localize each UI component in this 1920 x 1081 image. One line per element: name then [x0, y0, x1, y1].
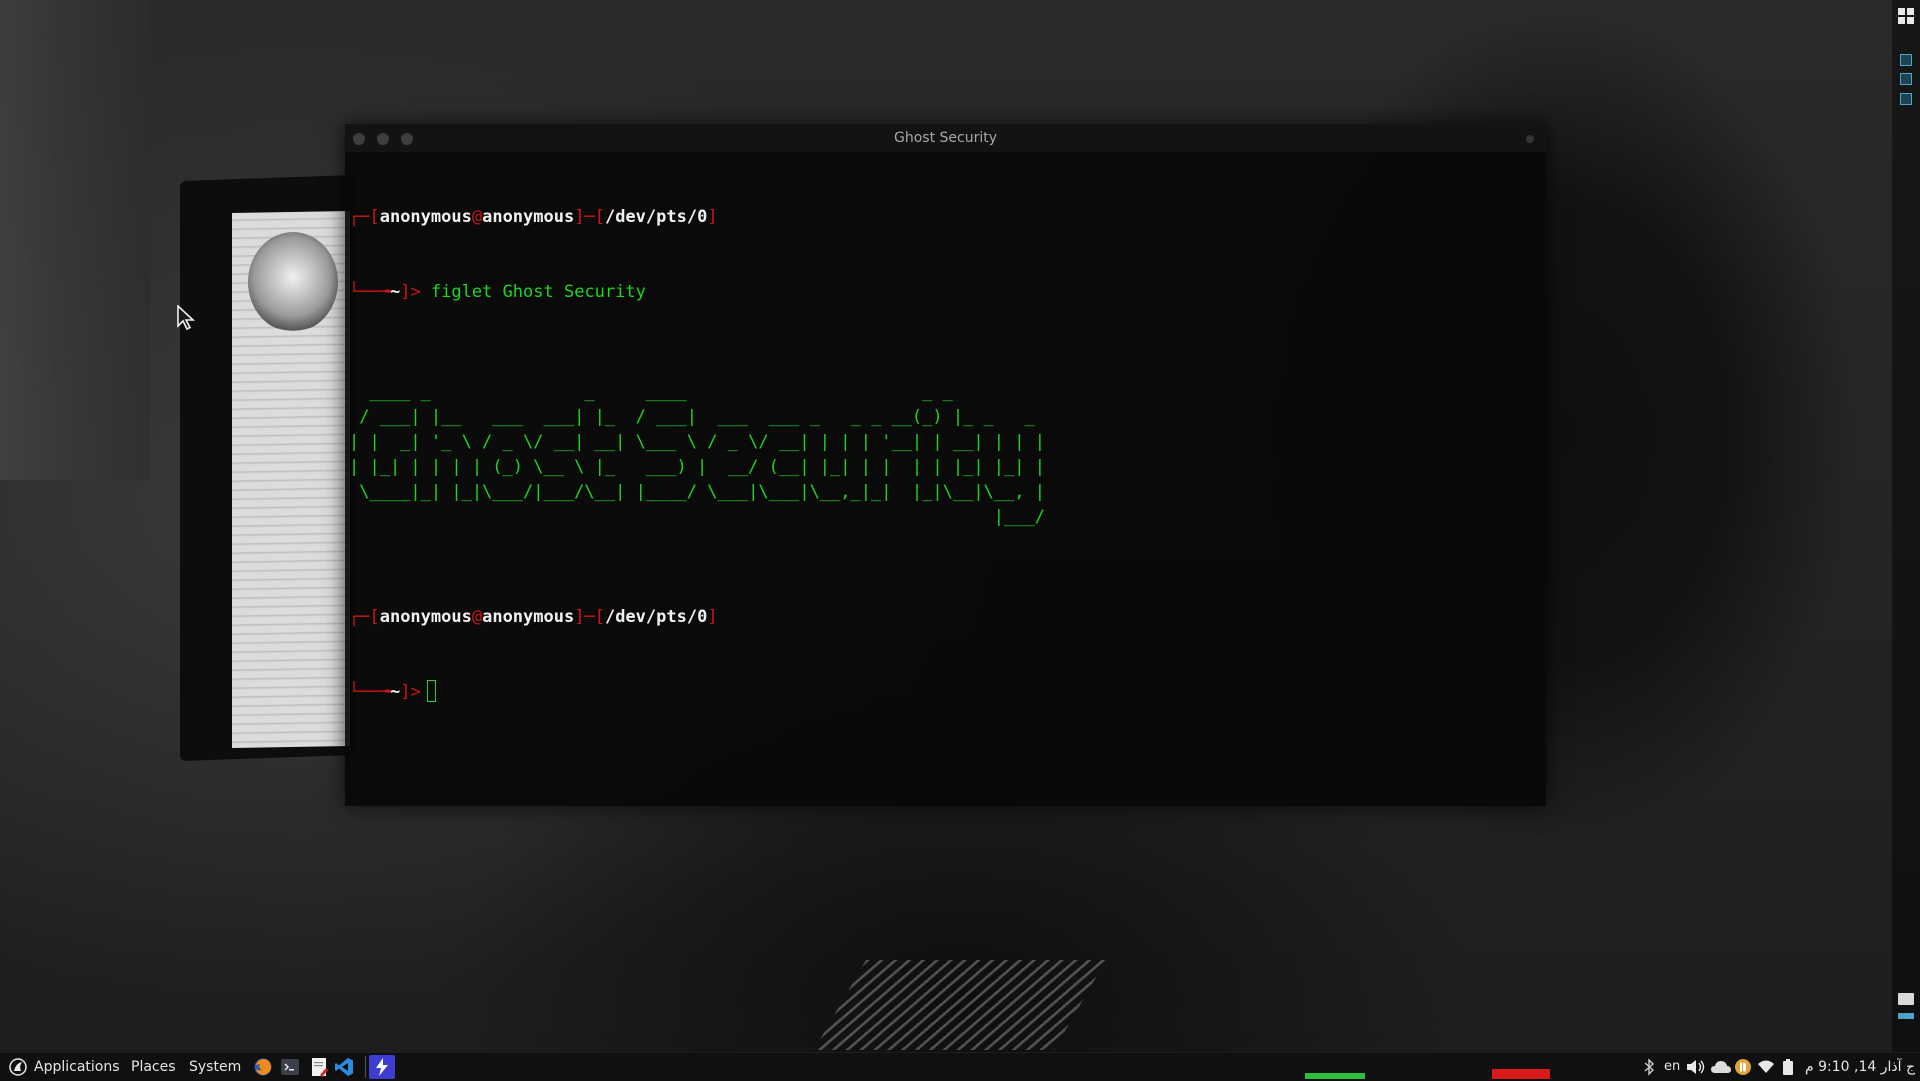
- desktop-wallpaper: Ghost Security ┌─[anonymous@anonymous]─[…: [0, 0, 1920, 1052]
- burp-suite-launcher[interactable]: [369, 1055, 395, 1079]
- battery-icon[interactable]: [1782, 1058, 1794, 1076]
- dock-device-icon[interactable]: [1898, 993, 1914, 1005]
- command-line-2: └──╼~]>: [349, 680, 1542, 705]
- burp-suite-icon: [376, 1058, 388, 1076]
- places-menu[interactable]: Places: [131, 1053, 176, 1081]
- applications-menu[interactable]: Applications: [34, 1053, 120, 1081]
- prompt-at: @: [471, 607, 483, 627]
- terminal-cursor[interactable]: [426, 680, 436, 702]
- taskbar-separator: [365, 1056, 366, 1078]
- prompt-tty: /dev/pts/0: [604, 607, 708, 627]
- terminal-output[interactable]: ┌─[anonymous@anonymous]─[/dev/pts/0] └──…: [349, 155, 1542, 802]
- workspace-grid-icon[interactable]: [1898, 8, 1914, 24]
- pushbullet-icon[interactable]: [1734, 1058, 1752, 1076]
- terminal-titlebar[interactable]: Ghost Security: [345, 124, 1546, 152]
- terminal-window[interactable]: Ghost Security ┌─[anonymous@anonymous]─[…: [345, 124, 1546, 806]
- bluetooth-icon[interactable]: [1643, 1058, 1655, 1076]
- prompt-user: anonymous: [379, 607, 472, 627]
- figlet-ascii-art: ____ _ _ ____ _ _ / ___| |__ ___ ___| |_…: [349, 380, 1542, 530]
- wallpaper-mask-figure: [248, 232, 338, 332]
- prompt-dir: ~: [389, 682, 401, 702]
- ascii-art-line: |___/: [349, 507, 1045, 527]
- window-indicator-red[interactable]: [1492, 1069, 1550, 1079]
- prompt-tty: /dev/pts/0: [604, 207, 708, 227]
- wallpaper-window-frame: [0, 0, 150, 480]
- volume-icon[interactable]: [1685, 1058, 1707, 1076]
- prompt-host: anonymous: [482, 607, 575, 627]
- ascii-art-line: \____|_| |_|\___/|___/\__| |____/ \___|\…: [349, 482, 1045, 502]
- firefox-icon[interactable]: [253, 1057, 273, 1077]
- prompt-user: anonymous: [379, 207, 472, 227]
- keyboard-layout-indicator[interactable]: en: [1664, 1053, 1680, 1081]
- terminal-title: Ghost Security: [893, 130, 997, 146]
- vscode-icon[interactable]: [334, 1057, 354, 1077]
- wallpaper-keyboard: [814, 960, 1106, 1050]
- ascii-art-line: / ___| |__ ___ ___| |_ / ___| ___ ___ _ …: [349, 407, 1035, 427]
- cloud-icon[interactable]: [1710, 1058, 1732, 1076]
- text-editor-icon[interactable]: [309, 1057, 329, 1077]
- prompt-line-1: ┌─[anonymous@anonymous]─[/dev/pts/0]: [349, 207, 718, 227]
- dock-trash-icon[interactable]: [1898, 1013, 1914, 1019]
- right-dock-panel: [1892, 0, 1920, 1052]
- clock[interactable]: ج آذار 14, 9:10 م: [1805, 1053, 1915, 1081]
- prompt-dir: ~: [389, 282, 401, 302]
- wifi-icon[interactable]: [1757, 1058, 1775, 1076]
- prompt-host: anonymous: [482, 207, 575, 227]
- mouse-pointer-icon: [177, 305, 196, 331]
- terminal-icon[interactable]: [280, 1057, 300, 1077]
- workspace-1-icon[interactable]: [1900, 54, 1912, 66]
- kali-dragon-icon[interactable]: [8, 1057, 28, 1077]
- ascii-art-line: | |_| | | | | (_) \__ \ |_ ___) | __/ (_…: [349, 457, 1045, 477]
- ascii-art-line: | | _| '_ \ / _ \/ __| __| \___ \ / _ \/…: [349, 432, 1045, 452]
- prompt-at: @: [471, 207, 483, 227]
- bottom-taskbar: Applications Places System en ج آذار 14,…: [0, 1052, 1920, 1081]
- terminal-command: figlet Ghost Security: [430, 282, 646, 302]
- prompt-line-2: ┌─[anonymous@anonymous]─[/dev/pts/0]: [349, 607, 718, 627]
- system-menu[interactable]: System: [189, 1053, 241, 1081]
- window-indicator-green[interactable]: [1305, 1073, 1365, 1079]
- window-menu-button[interactable]: [1526, 135, 1534, 143]
- workspace-3-icon[interactable]: [1900, 93, 1912, 105]
- ascii-art-line: ____ _ _ ____ _ _: [349, 382, 953, 402]
- command-line-1: └──╼~]> figlet Ghost Security: [349, 282, 646, 302]
- workspace-2-icon[interactable]: [1900, 73, 1912, 85]
